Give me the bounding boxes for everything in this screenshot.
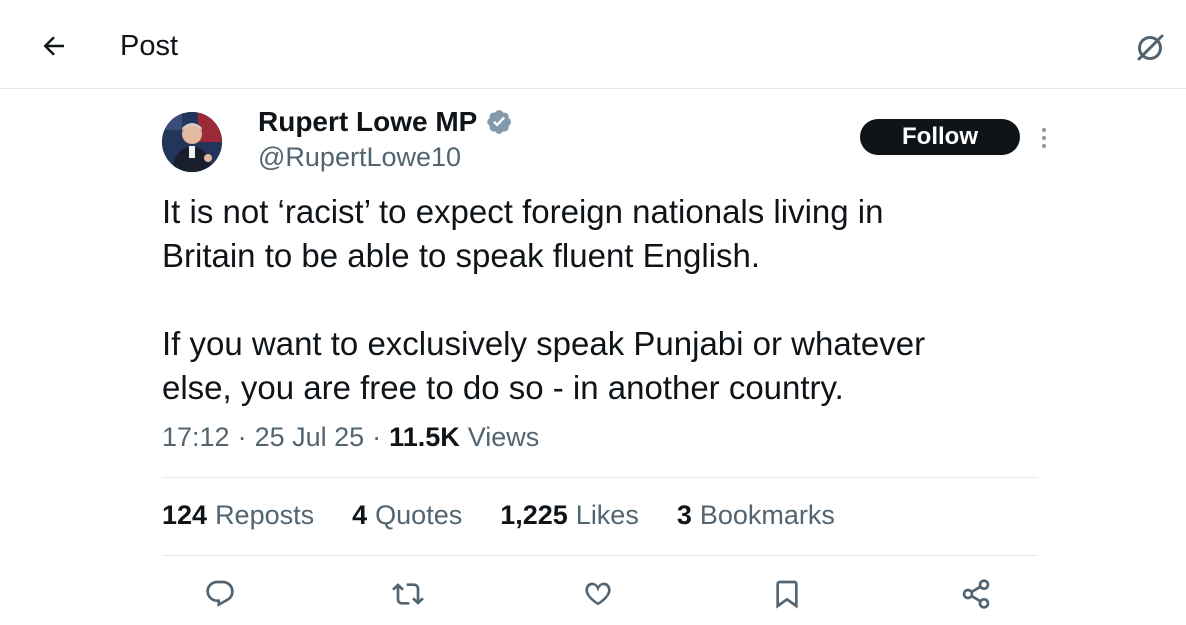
post-date[interactable]: 25 Jul 25: [255, 422, 365, 453]
reposts-stat[interactable]: 124 Reposts: [162, 500, 314, 531]
author-handle[interactable]: @RupertLowe10: [258, 142, 461, 173]
like-icon: [585, 582, 611, 606]
stat-label: Reposts: [215, 500, 315, 530]
share-button[interactable]: [958, 576, 994, 612]
like-button[interactable]: [580, 576, 616, 612]
engagement-stats: 124 Reposts 4 Quotes 1,225 Likes 3 Bookm…: [162, 500, 873, 531]
arrow-left-icon: [43, 36, 64, 56]
stat-label: Quotes: [375, 500, 463, 530]
repost-icon: [392, 583, 424, 605]
post-time[interactable]: 17:12: [162, 422, 230, 453]
top-bar: Post: [0, 0, 1186, 89]
stat-count: 4: [352, 500, 368, 530]
bookmark-button[interactable]: [769, 576, 805, 612]
reply-icon: [206, 580, 234, 607]
views-label: Views: [467, 422, 540, 452]
stat-count: 124: [162, 500, 208, 530]
divider: [162, 555, 1038, 556]
grok-button[interactable]: [1130, 28, 1170, 68]
more-vertical-icon: [1042, 128, 1046, 148]
stat-count: 1,225: [500, 500, 568, 530]
post-text: It is not ‘racist’ to expect foreign nat…: [162, 193, 926, 406]
back-button[interactable]: [36, 28, 72, 64]
share-icon: [962, 579, 990, 609]
meta-separator: ·: [372, 422, 382, 452]
meta-separator: ·: [237, 422, 247, 452]
reply-button[interactable]: [202, 576, 238, 612]
avatar[interactable]: [162, 112, 222, 172]
author-name-row: Rupert Lowe MP: [258, 106, 513, 138]
grok-icon: [1137, 34, 1164, 61]
views-count: 11.5K: [389, 422, 460, 452]
stat-label: Bookmarks: [699, 500, 835, 530]
avatar-photo: [162, 112, 222, 172]
post-metadata: 17:12 · 25 Jul 25 · 11.5K Views: [162, 422, 539, 453]
bookmark-icon: [776, 580, 798, 609]
bookmarks-stat[interactable]: 3 Bookmarks: [677, 500, 835, 531]
more-options-button[interactable]: [1030, 124, 1058, 152]
stat-count: 3: [676, 500, 692, 530]
divider: [162, 477, 1038, 478]
likes-stat[interactable]: 1,225 Likes: [500, 500, 639, 531]
stat-label: Likes: [575, 500, 639, 530]
repost-button[interactable]: [390, 576, 426, 612]
author-display-name[interactable]: Rupert Lowe MP: [258, 106, 477, 138]
page-title: Post: [120, 30, 179, 62]
quotes-stat[interactable]: 4 Quotes: [352, 500, 462, 531]
verified-badge-icon[interactable]: [485, 108, 513, 136]
follow-button[interactable]: Follow: [860, 119, 1020, 155]
